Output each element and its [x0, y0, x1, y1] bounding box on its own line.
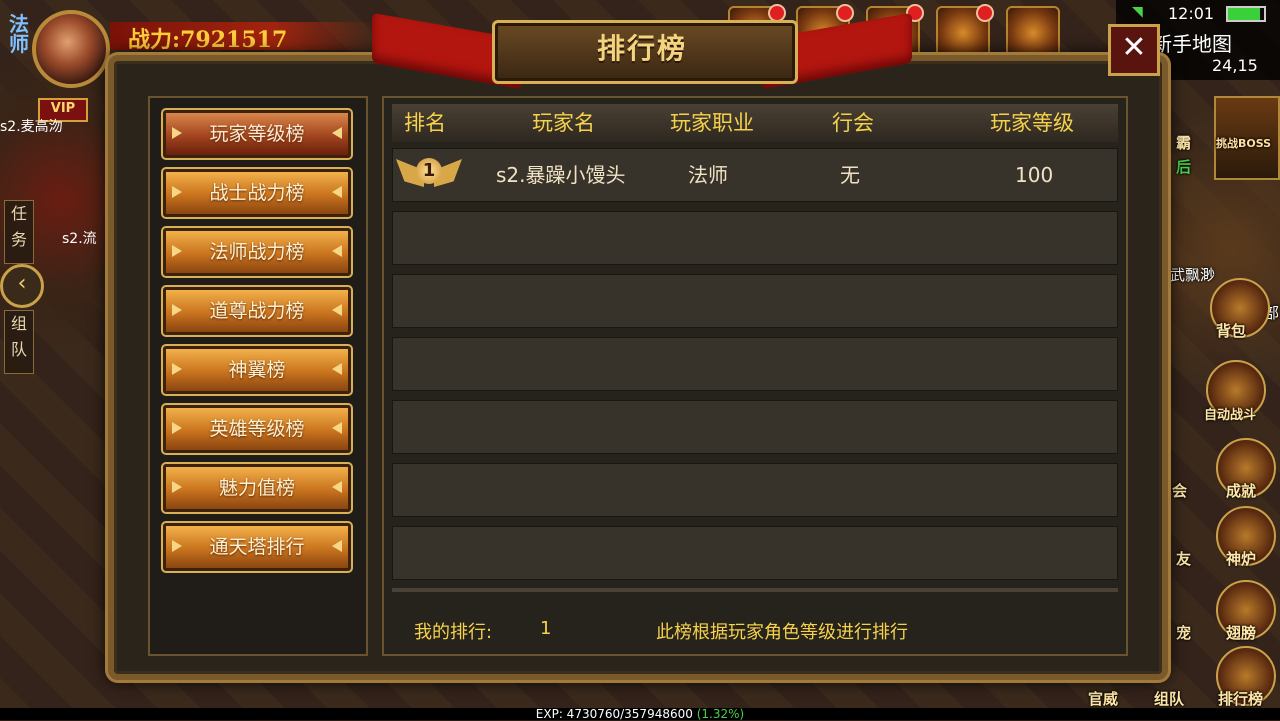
table-row [392, 337, 1118, 391]
table-row [392, 400, 1118, 454]
clock: 12:01 [1168, 4, 1215, 23]
other-player-tag: 武飘渺 [1170, 266, 1216, 284]
official-label: 官威 [1088, 690, 1119, 708]
column-rank: 排名 [404, 111, 446, 135]
battery-icon [1226, 6, 1266, 22]
pet-label: 宠 [1176, 624, 1192, 642]
notification-dot-icon [976, 4, 994, 22]
rank-wings-icon: 1 [396, 153, 462, 195]
treasure-chest-icon[interactable] [936, 4, 994, 60]
exp-text: EXP: 4730760/357948600 [535, 707, 693, 721]
category-hero-level[interactable]: 英雄等级榜 [161, 403, 353, 455]
category-wings[interactable]: 神翼榜 [161, 344, 353, 396]
category-taoist-power[interactable]: 道尊战力榜 [161, 285, 353, 337]
column-player-class: 玩家职业 [670, 111, 754, 135]
tab-task[interactable]: 任务 [4, 200, 34, 264]
category-tower[interactable]: 通天塔排行 [161, 521, 353, 573]
tab-team[interactable]: 组队 [4, 310, 34, 374]
column-player-name: 玩家名 [532, 111, 595, 135]
scroll-divider [392, 588, 1118, 592]
map-name[interactable]: 新手地图 [1152, 28, 1232, 57]
side-label: 后 [1176, 158, 1192, 176]
bag-label: 背包 [1216, 322, 1247, 340]
category-mage-power[interactable]: 法师战力榜 [161, 226, 353, 278]
table-row [392, 274, 1118, 328]
player-class: 法师 [688, 163, 728, 187]
table-row [392, 463, 1118, 517]
rank-number: 1 [416, 158, 442, 184]
boss-challenge-label: 挑战BOSS [1216, 137, 1272, 150]
combat-power-label: 战力:7921517 [128, 27, 288, 53]
ranking-note: 此榜根据玩家角色等级进行排行 [656, 622, 908, 643]
side-label: 霸 [1176, 134, 1192, 152]
table-row [392, 526, 1118, 580]
wings-label: 翅膀 [1226, 624, 1257, 642]
panel-title: 排行榜 [596, 32, 687, 65]
exp-bar: EXP: 4730760/357948600 (1.32%) [0, 708, 1280, 720]
ranking-label: 排行榜 [1218, 690, 1264, 708]
my-rank-value: 1 [540, 618, 552, 639]
auto-battle-label: 自动战斗 [1204, 408, 1257, 423]
player-guild: 无 [840, 163, 860, 187]
category-charm[interactable]: 魅力值榜 [161, 462, 353, 514]
guild-label: 会 [1172, 482, 1188, 500]
my-rank-label: 我的排行: [414, 622, 493, 643]
player-level: 100 [1015, 163, 1054, 187]
column-player-level: 玩家等级 [990, 111, 1074, 135]
collapse-arrow-icon[interactable]: ‹ [0, 264, 44, 308]
friend-label: 友 [1176, 550, 1192, 568]
achievement-label: 成就 [1226, 482, 1257, 500]
player-name-tag: s2.麦高沕 [0, 119, 63, 135]
panel-header: 排行榜 [372, 12, 912, 90]
activity-icon[interactable] [1006, 6, 1060, 60]
map-coordinates: 24,15 [1212, 56, 1258, 75]
nearby-player-tag: s2.流 [62, 231, 97, 247]
player-name: s2.暴躁小馒头 [496, 163, 626, 187]
player-avatar[interactable] [32, 10, 110, 88]
team-label: 组队 [1154, 690, 1185, 708]
category-warrior-power[interactable]: 战士战力榜 [161, 167, 353, 219]
wifi-icon: ◥ [1132, 4, 1143, 20]
class-badge: 法师 [9, 12, 29, 56]
column-guild: 行会 [832, 111, 874, 135]
table-row [392, 211, 1118, 265]
furnace-label: 神炉 [1226, 550, 1257, 568]
category-player-level[interactable]: 玩家等级榜 [161, 108, 353, 160]
exp-percent: (1.32%) [696, 707, 745, 721]
close-button[interactable]: ✕ [1108, 24, 1160, 76]
